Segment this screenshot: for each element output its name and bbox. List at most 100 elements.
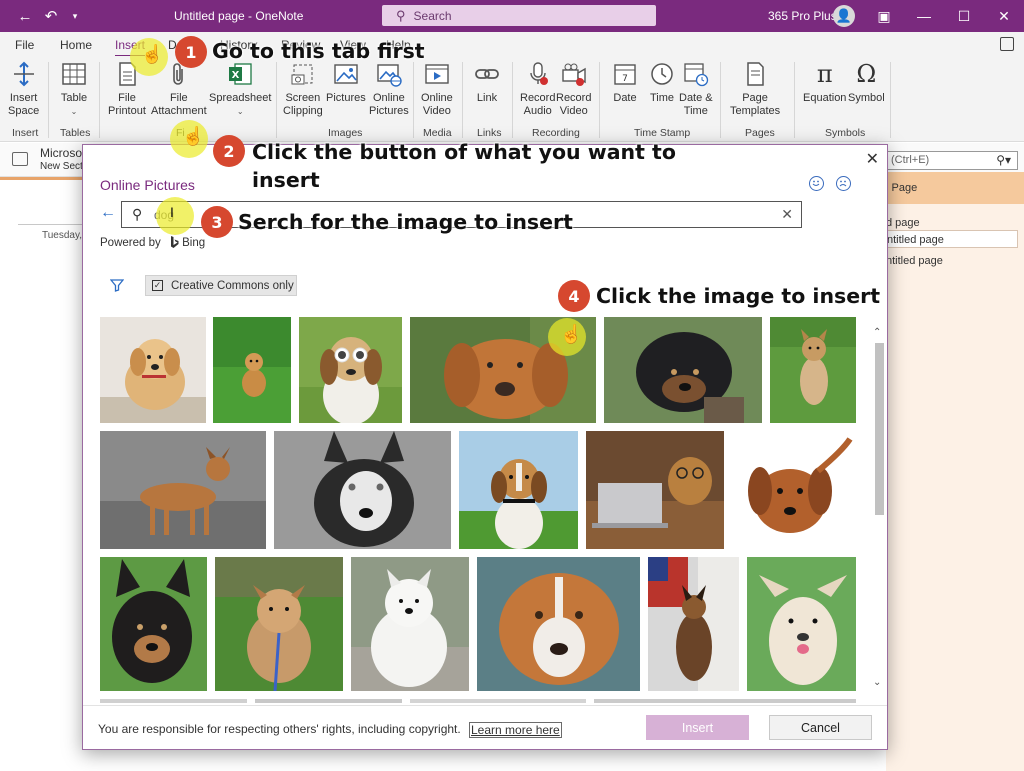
file-attachment-label: File Attachment xyxy=(151,92,207,117)
image-result-german-shepherd[interactable] xyxy=(648,557,739,691)
group-separator xyxy=(720,62,721,138)
step-badge-3: 3 xyxy=(201,206,233,238)
group-label-pages: Pages xyxy=(745,127,775,139)
add-page-button[interactable]: l Page xyxy=(886,172,1024,204)
qat-dropdown-icon[interactable]: ▾ xyxy=(60,0,90,32)
date-button[interactable]: 7 Date xyxy=(611,60,639,105)
group-label-insert: Insert xyxy=(12,127,39,139)
group-label-symbols: Symbols xyxy=(825,127,866,139)
image-result-partial[interactable] xyxy=(410,699,586,703)
image-result-dog-with-leash[interactable] xyxy=(215,557,343,691)
search-icon: ⚲ xyxy=(396,7,406,23)
scrollbar-thumb[interactable] xyxy=(875,343,884,515)
image-result-samoyed[interactable] xyxy=(351,557,469,691)
tab-home[interactable]: Home xyxy=(60,38,92,52)
spreadsheet-button[interactable]: X Spreadsheet ⌄ xyxy=(209,60,271,118)
date-label: Date xyxy=(613,92,637,104)
group-separator xyxy=(413,62,414,138)
pictures-label: Pictures xyxy=(326,92,366,104)
frown-feedback-icon[interactable] xyxy=(836,176,851,191)
back-arrow-icon[interactable]: ← xyxy=(100,204,116,222)
chevron-down-icon: ⌄ xyxy=(236,107,244,116)
search-placeholder: Search xyxy=(413,8,452,23)
maximize-button[interactable]: ☐ xyxy=(944,0,984,32)
notebook-search-input[interactable]: (Ctrl+E) ⚲▾ xyxy=(886,151,1018,170)
scroll-up-icon[interactable]: ⌃ xyxy=(873,327,881,338)
pi-icon: π xyxy=(816,59,833,88)
learn-more-link[interactable]: Learn more here xyxy=(469,722,562,738)
image-result-black-tan-dog[interactable] xyxy=(100,557,207,691)
ribbon-options-icon[interactable] xyxy=(1000,37,1014,51)
spreadsheet-label: Spreadsheet xyxy=(209,92,272,104)
time-button[interactable]: Time xyxy=(648,60,676,105)
record-audio-button[interactable]: Record Audio xyxy=(520,60,555,118)
symbol-button[interactable]: Ω Symbol xyxy=(848,60,885,105)
highlight-circle xyxy=(156,197,194,235)
image-result-white-dog[interactable] xyxy=(747,557,856,691)
record-video-button[interactable]: Record Video xyxy=(556,60,591,118)
close-icon[interactable]: ✕ xyxy=(866,149,879,169)
camera-icon xyxy=(560,60,588,88)
link-button[interactable]: Link xyxy=(473,60,501,105)
filter-icon[interactable] xyxy=(109,278,125,295)
image-result-boxer-dog[interactable] xyxy=(100,431,266,549)
table-button[interactable]: Table ⌄ xyxy=(60,60,88,118)
image-result-beagle-field[interactable] xyxy=(459,431,578,549)
checkbox-checked-icon[interactable]: ✓ xyxy=(152,280,163,291)
window-title: Untitled page - OneNote xyxy=(174,9,304,23)
group-separator xyxy=(99,62,100,138)
creative-commons-filter[interactable]: ✓ Creative Commons only xyxy=(145,275,297,296)
image-result-dog-with-laptop[interactable] xyxy=(586,431,724,549)
ribbon-display-icon[interactable]: ▣ xyxy=(864,0,904,32)
title-bar: ← ↶ ▾ Untitled page - OneNote ⚲ Search 3… xyxy=(0,0,1024,32)
online-pictures-button[interactable]: Online Pictures xyxy=(369,60,409,118)
minimize-button[interactable]: — xyxy=(904,0,944,32)
notebook-name[interactable]: Microso xyxy=(40,146,82,160)
bing-logo-icon xyxy=(170,236,182,249)
image-result-pitbull[interactable] xyxy=(477,557,640,691)
image-result-partial[interactable] xyxy=(255,699,402,703)
microphone-icon xyxy=(524,60,552,88)
insert-space-button[interactable]: Insert Space xyxy=(8,60,39,118)
date-time-label: Date & Time xyxy=(679,92,713,117)
image-result-dog-on-grass[interactable] xyxy=(213,317,291,423)
date-time-button[interactable]: Date & Time xyxy=(679,60,713,118)
scroll-down-icon[interactable]: ⌄ xyxy=(873,677,881,688)
clear-search-icon[interactable]: ✕ xyxy=(781,206,793,223)
image-result-husky-mix[interactable] xyxy=(274,431,451,549)
group-separator xyxy=(599,62,600,138)
powered-by: Powered by Bing xyxy=(100,236,205,249)
equation-button[interactable]: π Equation xyxy=(803,60,846,105)
insert-space-icon xyxy=(10,60,38,88)
results-scrollbar[interactable]: ⌃ ⌄ xyxy=(872,317,886,693)
search-box[interactable]: ⚲ Search xyxy=(382,5,656,26)
image-result-partial[interactable] xyxy=(100,699,247,703)
account-name[interactable]: 365 Pro Plus xyxy=(768,9,837,23)
online-video-button[interactable]: Online Video xyxy=(421,60,453,118)
creative-commons-label: Creative Commons only xyxy=(171,279,294,292)
screen-clipping-button[interactable]: Screen Clipping xyxy=(283,60,323,118)
chevron-down-icon: ⌄ xyxy=(70,107,78,116)
section-name[interactable]: New Secti xyxy=(40,161,85,172)
page-list-item[interactable]: ntitled page xyxy=(886,252,1018,270)
notebook-icon[interactable] xyxy=(12,152,28,166)
page-list-item[interactable]: ntitled page xyxy=(886,230,1018,248)
image-result-beagle-sunglasses[interactable] xyxy=(299,317,402,423)
image-result-dachshund[interactable] xyxy=(732,431,856,549)
table-icon xyxy=(60,60,88,88)
file-printout-label: File Printout xyxy=(108,92,146,117)
group-separator xyxy=(276,62,277,138)
image-result-tan-dog-standing[interactable] xyxy=(770,317,856,423)
smile-feedback-icon[interactable] xyxy=(809,176,824,191)
image-result-partial[interactable] xyxy=(594,699,856,703)
avatar[interactable]: 👤 xyxy=(833,5,855,27)
page-templates-button[interactable]: Page Templates xyxy=(730,60,780,118)
pictures-button[interactable]: Pictures xyxy=(326,60,366,105)
image-result-black-dog[interactable] xyxy=(604,317,762,423)
cancel-button[interactable]: Cancel xyxy=(769,715,872,740)
page-list: l Page d page ntitled page ntitled page xyxy=(886,172,1024,771)
close-button[interactable]: ✕ xyxy=(984,0,1024,32)
insert-button[interactable]: Insert xyxy=(646,715,749,740)
tab-file[interactable]: File xyxy=(15,38,34,52)
image-result-golden-puppy[interactable] xyxy=(100,317,206,423)
